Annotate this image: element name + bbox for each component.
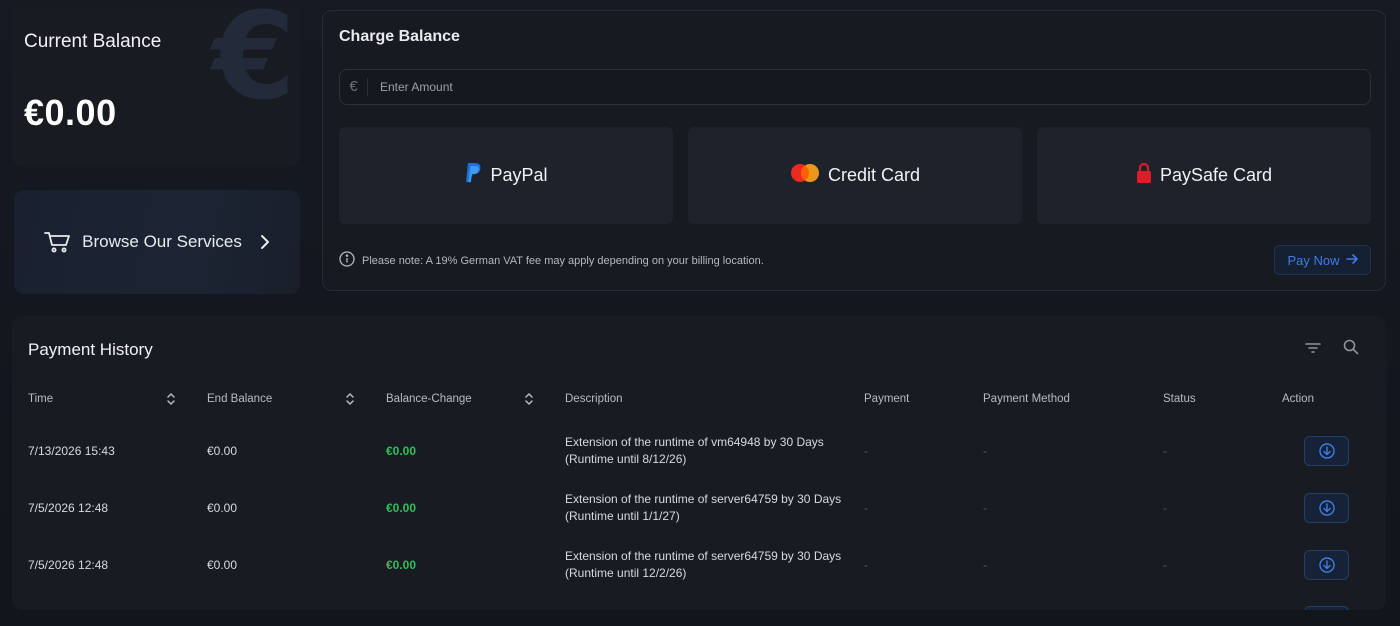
- euro-watermark-icon: €: [212, 8, 296, 127]
- cell-end-balance: €0.00: [207, 501, 238, 515]
- lock-icon: [1136, 162, 1152, 189]
- pay-now-label: Pay Now: [1287, 252, 1340, 268]
- current-balance-card: € Current Balance €0.00: [12, 8, 300, 167]
- vat-note: Please note: A 19% German VAT fee may ap…: [339, 251, 764, 270]
- balance-title: Current Balance: [24, 31, 162, 52]
- cell-payment: -: [864, 501, 868, 515]
- arrow-right-icon: [1345, 253, 1358, 268]
- cart-icon: [44, 231, 72, 253]
- column-header-description: Description: [565, 393, 623, 405]
- download-icon: [1318, 443, 1335, 459]
- cell-end-balance: €0.00: [207, 558, 238, 572]
- cell-status: -: [1163, 558, 1167, 572]
- charge-balance-panel: Charge Balance € PayPal Cred: [322, 10, 1386, 291]
- cell-payment-method: -: [983, 501, 987, 515]
- cell-payment-method: -: [983, 444, 987, 458]
- pay-now-button[interactable]: Pay Now: [1274, 245, 1371, 275]
- paysafe-method-button[interactable]: PaySafe Card: [1037, 127, 1371, 224]
- credit-card-label: Credit Card: [827, 165, 921, 185]
- filter-icon[interactable]: [1304, 340, 1322, 356]
- charge-balance-title: Charge Balance: [339, 28, 460, 45]
- euro-currency-icon: €: [340, 78, 368, 96]
- browse-services-button[interactable]: Browse Our Services: [14, 190, 300, 294]
- cell-description: Extension of the runtime of vm64948 by 3…: [565, 435, 824, 466]
- vat-note-text: Please note: A 19% German VAT fee may ap…: [362, 254, 764, 267]
- sort-end-balance-icon[interactable]: [345, 391, 355, 407]
- table-row: 7/5/2026 12:48 €0.00 €0.00 Extension of …: [12, 537, 1386, 593]
- mastercard-icon: [790, 163, 820, 188]
- column-header-action: Action: [1282, 393, 1314, 405]
- cell-status: -: [1163, 444, 1167, 458]
- download-invoice-button[interactable]: [1304, 436, 1349, 466]
- cell-time: 7/5/2026 12:48: [28, 501, 109, 515]
- download-invoice-button-partial[interactable]: [1304, 606, 1349, 610]
- download-invoice-button[interactable]: [1304, 493, 1349, 523]
- paypal-label: PayPal: [490, 165, 548, 185]
- cell-payment-method: -: [983, 558, 987, 572]
- paypal-method-button[interactable]: PayPal: [339, 127, 673, 224]
- credit-card-method-button[interactable]: Credit Card: [688, 127, 1022, 224]
- payment-history-panel: Payment History Time End Balance Balance…: [12, 316, 1386, 610]
- sort-time-icon[interactable]: [166, 391, 176, 407]
- download-icon: [1318, 557, 1335, 573]
- cell-time: 7/13/2026 15:43: [28, 444, 115, 458]
- cell-end-balance: €0.00: [207, 444, 238, 458]
- column-header-balance-change: Balance-Change: [386, 393, 472, 405]
- cell-payment: -: [864, 444, 868, 458]
- balance-value: €0.00: [24, 92, 117, 133]
- cell-balance-change: €0.00: [386, 558, 417, 572]
- cell-status: -: [1163, 501, 1167, 515]
- paypal-icon: [464, 162, 482, 189]
- paysafe-label: PaySafe Card: [1159, 165, 1273, 185]
- sort-balance-change-icon[interactable]: [524, 391, 534, 407]
- table-row: 7/5/2026 12:48 €0.00 €0.00 Extension of …: [12, 480, 1386, 536]
- cell-payment: -: [864, 558, 868, 572]
- amount-input[interactable]: [368, 80, 1370, 94]
- cell-description: Extension of the runtime of server64759 …: [565, 492, 842, 523]
- download-invoice-button[interactable]: [1304, 550, 1349, 580]
- cell-description: Extension of the runtime of server64759 …: [565, 549, 842, 580]
- column-header-payment-method: Payment Method: [983, 393, 1070, 405]
- amount-field[interactable]: €: [339, 69, 1371, 105]
- billing-page: € Current Balance €0.00 Browse Our Servi…: [0, 0, 1400, 626]
- column-header-time: Time: [28, 393, 54, 405]
- cell-balance-change: €0.00: [386, 444, 417, 458]
- payment-history-title: Payment History: [28, 340, 153, 359]
- column-header-payment: Payment: [864, 393, 910, 405]
- chevron-right-icon: [260, 234, 270, 250]
- info-icon: [339, 251, 355, 270]
- cell-time: 7/5/2026 12:48: [28, 558, 109, 572]
- table-row: 7/13/2026 15:43 €0.00 €0.00 Extension of…: [12, 423, 1386, 479]
- column-header-status: Status: [1163, 393, 1196, 405]
- cell-balance-change: €0.00: [386, 501, 417, 515]
- download-icon: [1318, 500, 1335, 516]
- browse-services-label: Browse Our Services: [82, 232, 242, 251]
- search-icon[interactable]: [1342, 338, 1360, 356]
- column-header-end-balance: End Balance: [207, 393, 273, 405]
